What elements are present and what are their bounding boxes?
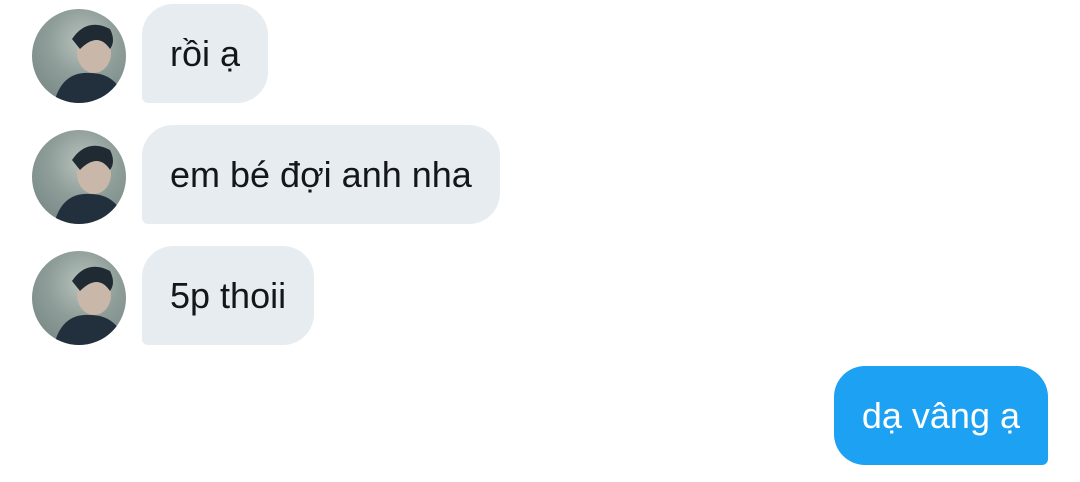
avatar-photo-icon — [54, 266, 126, 345]
message-text: em bé đợi anh nha — [170, 153, 472, 195]
incoming-message-bubble[interactable]: rồi ạ — [142, 4, 269, 103]
message-text: rồi ạ — [170, 32, 241, 74]
avatar[interactable] — [32, 9, 126, 103]
message-text: dạ vâng ạ — [861, 394, 1020, 436]
incoming-message-bubble[interactable]: 5p thoii — [142, 246, 315, 345]
avatar-photo-icon — [54, 145, 126, 224]
message-text: 5p thoii — [170, 274, 287, 316]
avatar[interactable] — [32, 130, 126, 224]
conversation-thread: rồi ạ em bé đợi anh nha 5p thoii dạ vâng… — [0, 0, 1080, 482]
avatar-photo-icon — [54, 24, 126, 103]
incoming-message-bubble[interactable]: em bé đợi anh nha — [142, 125, 500, 224]
avatar[interactable] — [32, 251, 126, 345]
outgoing-message-bubble[interactable]: dạ vâng ạ — [833, 366, 1048, 465]
